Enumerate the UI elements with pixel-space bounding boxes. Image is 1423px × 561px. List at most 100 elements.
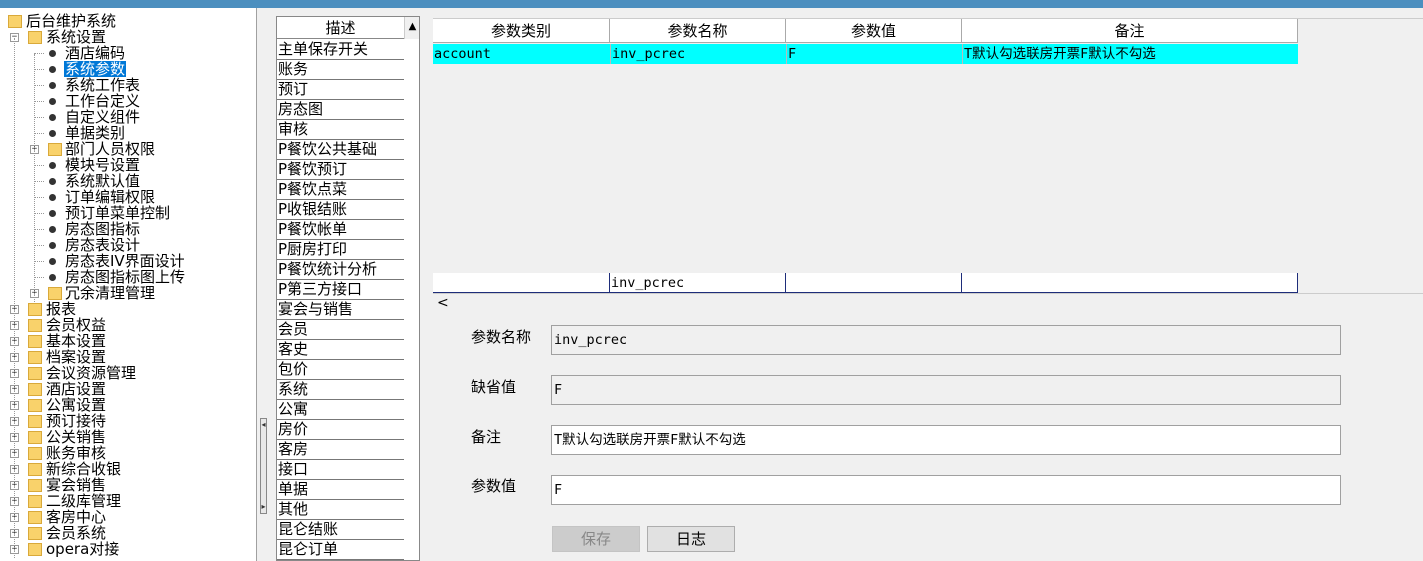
- description-list-item[interactable]: 宴会与销售: [277, 300, 404, 320]
- edit-cell-remark[interactable]: [962, 273, 1298, 293]
- save-button[interactable]: 保存: [552, 526, 640, 552]
- tree-item[interactable]: + 会员系统: [0, 525, 256, 541]
- tree-item[interactable]: + 公寓设置: [0, 397, 256, 413]
- column-header-value[interactable]: 参数值: [786, 19, 962, 43]
- edit-cell-value[interactable]: [786, 273, 962, 293]
- tree-item[interactable]: 后台维护系统: [0, 13, 256, 29]
- tree-item[interactable]: + 档案设置: [0, 348, 256, 366]
- description-list-item[interactable]: 房态图: [277, 100, 404, 120]
- description-list[interactable]: 描述 ▲ 主单保存开关 账务 预订 房态图 审核 P餐饮公共基础 P餐饮预订 P餐饮点菜 P收银…: [276, 16, 420, 561]
- tree-item[interactable]: + 会议资源管理: [0, 365, 256, 381]
- description-list-item[interactable]: P餐饮帐单: [277, 220, 404, 240]
- description-list-item[interactable]: P厨房打印: [277, 240, 404, 260]
- description-list-item[interactable]: 包价: [277, 360, 404, 380]
- description-list-item[interactable]: 昆仑订单: [277, 540, 404, 560]
- description-list-item[interactable]: 审核: [277, 120, 404, 140]
- tree-item[interactable]: 系统参数: [0, 61, 256, 77]
- tree-item[interactable]: 房态表IV界面设计: [0, 253, 256, 269]
- bullet-icon: [49, 274, 56, 281]
- tree-item[interactable]: + 部门人员权限: [0, 140, 256, 158]
- description-list-item[interactable]: 预订: [277, 80, 404, 100]
- column-header-category[interactable]: 参数类别: [433, 19, 610, 43]
- tree-item[interactable]: 房态图指标: [0, 221, 256, 237]
- tree-item[interactable]: + 预订接待: [0, 413, 256, 429]
- description-list-item[interactable]: 接口: [277, 460, 404, 480]
- tree-item[interactable]: + 账务审核: [0, 445, 256, 461]
- tree-item[interactable]: 系统默认值: [0, 173, 256, 189]
- scroll-left-icon[interactable]: <: [437, 294, 449, 312]
- log-button[interactable]: 日志: [647, 526, 735, 552]
- tree-item[interactable]: + 基本设置: [0, 333, 256, 349]
- bullet-icon: [49, 66, 56, 73]
- tree-connector: [34, 213, 44, 214]
- param-name-field[interactable]: inv_pcrec: [551, 325, 1341, 355]
- cell-value[interactable]: F: [786, 44, 962, 64]
- description-list-item[interactable]: 客房: [277, 440, 404, 460]
- tree-item[interactable]: + 会员权益: [0, 317, 256, 333]
- tree-item[interactable]: + 报表: [0, 301, 256, 317]
- tree-item[interactable]: 酒店编码: [0, 45, 256, 61]
- tree-item[interactable]: + 新综合收银: [0, 461, 256, 477]
- tree-item-label: 档案设置: [46, 348, 107, 366]
- tree-item[interactable]: + opera对接: [0, 540, 256, 558]
- column-header-remark[interactable]: 备注: [962, 19, 1298, 43]
- description-list-item[interactable]: 公寓: [277, 400, 404, 420]
- tree-item-label: 公关销售: [46, 428, 107, 446]
- tree-item[interactable]: + 宴会销售: [0, 477, 256, 493]
- scroll-up-icon[interactable]: ▲: [404, 17, 419, 39]
- folder-icon: [28, 543, 42, 556]
- folder-icon: [28, 399, 42, 412]
- edit-cell-category[interactable]: [433, 273, 610, 293]
- column-header-name[interactable]: 参数名称: [610, 19, 786, 43]
- tree-item[interactable]: 预订单菜单控制: [0, 205, 256, 221]
- description-list-item[interactable]: P餐饮预订: [277, 160, 404, 180]
- remark-field[interactable]: T默认勾选联房开票F默认不勾选: [551, 425, 1341, 455]
- folder-icon: [28, 303, 42, 316]
- default-value-field[interactable]: F: [551, 375, 1341, 405]
- description-list-item[interactable]: 系统: [277, 380, 404, 400]
- tree-item[interactable]: 系统工作表: [0, 77, 256, 93]
- tree-item[interactable]: + 冗余清理管理: [0, 285, 256, 301]
- tree-item[interactable]: + 二级库管理: [0, 493, 256, 509]
- tree-item[interactable]: + 客房中心: [0, 509, 256, 525]
- tree-connector: [34, 181, 44, 182]
- tree-item-label: opera对接: [46, 540, 120, 558]
- description-list-item[interactable]: 单据: [277, 480, 404, 500]
- parameter-grid[interactable]: 参数类别 参数名称 参数值 备注 account inv_pcrec F T默认…: [433, 18, 1423, 311]
- description-list-header[interactable]: 描述: [277, 17, 404, 39]
- description-list-item[interactable]: 昆仑结账: [277, 520, 404, 540]
- splitter-handle[interactable]: ◂ ▸: [260, 418, 267, 514]
- param-value-field[interactable]: F: [551, 475, 1341, 505]
- tree-item[interactable]: 订单编辑权限: [0, 189, 256, 205]
- tree-item[interactable]: 工作台定义: [0, 93, 256, 109]
- cell-category[interactable]: account: [433, 44, 610, 64]
- description-list-item[interactable]: 房价: [277, 420, 404, 440]
- bullet-icon: [49, 258, 56, 265]
- description-list-item[interactable]: 客史: [277, 340, 404, 360]
- tree-item[interactable]: 房态表设计: [0, 237, 256, 253]
- cell-remark[interactable]: T默认勾选联房开票F默认不勾选: [962, 44, 1298, 64]
- tree-item[interactable]: 房态图指标图上传: [0, 269, 256, 285]
- description-list-item[interactable]: 主单保存开关: [277, 40, 404, 60]
- description-list-item[interactable]: 账务: [277, 60, 404, 80]
- tree-item[interactable]: 单据类别: [0, 125, 256, 141]
- tree-item[interactable]: 自定义组件: [0, 109, 256, 125]
- description-list-item[interactable]: P餐饮点菜: [277, 180, 404, 200]
- navigation-tree[interactable]: 后台维护系统 − 系统设置 酒店编码 系统参数 系统工作表 工作台定义 自定义组件 单据类别 + 部…: [0, 8, 257, 561]
- tree-item-label: 部门人员权限: [65, 140, 156, 158]
- tree-item[interactable]: + 酒店设置: [0, 381, 256, 397]
- cell-name[interactable]: inv_pcrec: [610, 44, 786, 64]
- edit-cell-name[interactable]: inv_pcrec: [610, 273, 786, 293]
- tree-item[interactable]: 模块号设置: [0, 157, 256, 173]
- tree-connector: [34, 117, 44, 118]
- description-list-item[interactable]: P餐饮统计分析: [277, 260, 404, 280]
- folder-icon: [28, 335, 42, 348]
- tree-item[interactable]: − 系统设置: [0, 29, 256, 45]
- description-list-item[interactable]: P餐饮公共基础: [277, 140, 404, 160]
- description-list-item[interactable]: 会员: [277, 320, 404, 340]
- horizontal-scrollbar[interactable]: <: [433, 293, 1423, 311]
- description-list-item[interactable]: 其他: [277, 500, 404, 520]
- description-list-item[interactable]: P收银结账: [277, 200, 404, 220]
- tree-item[interactable]: + 公关销售: [0, 428, 256, 446]
- description-list-item[interactable]: P第三方接口: [277, 280, 404, 300]
